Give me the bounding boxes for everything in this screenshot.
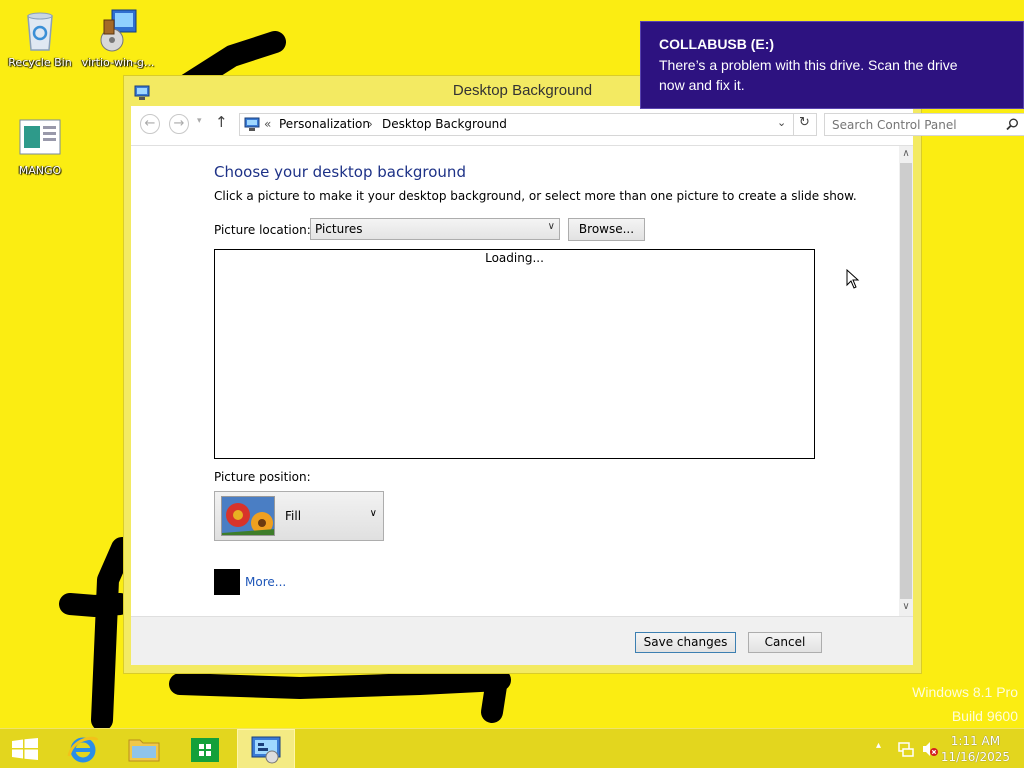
- gallery-loading-text: Loading...: [485, 251, 544, 265]
- picture-position-label: Picture position:: [214, 470, 311, 484]
- notification-body: There’s a problem with this drive. Scan …: [659, 57, 958, 93]
- taskbar-file-explorer[interactable]: [115, 729, 173, 768]
- picture-location-label: Picture location:: [214, 223, 311, 237]
- content-pane: Choose your desktop background Click a p…: [131, 146, 913, 616]
- dialog-footer: Save changes Cancel: [131, 616, 913, 665]
- picture-location-dropdown[interactable]: Pictures ∨: [310, 218, 560, 240]
- picture-gallery[interactable]: Loading...: [214, 249, 815, 459]
- breadcrumb-overflow[interactable]: «: [264, 117, 271, 131]
- installer-icon: [94, 6, 142, 54]
- scroll-down-arrow-icon[interactable]: ∨: [899, 601, 913, 612]
- vertical-scrollbar[interactable]: ∧ ∨: [899, 146, 913, 616]
- desktop-icon-label: Recycle Bin: [8, 56, 72, 69]
- address-bar[interactable]: « Personalization › Desktop Background ⌄…: [239, 113, 817, 136]
- desktop-icon-recycle-bin[interactable]: Recycle Bin: [2, 6, 78, 69]
- refresh-button[interactable]: ↻: [799, 115, 810, 130]
- page-subtitle: Click a picture to make it your desktop …: [214, 189, 857, 203]
- search-box[interactable]: [824, 113, 1024, 136]
- background-color-swatch[interactable]: [214, 569, 240, 595]
- os-watermark-build: Build 9600: [951, 708, 1018, 724]
- address-history-chevron-icon[interactable]: ⌄: [777, 116, 786, 129]
- network-icon[interactable]: [898, 741, 914, 757]
- taskbar-internet-explorer[interactable]: [54, 729, 112, 768]
- notification-title: COLLABUSB (E:): [659, 36, 775, 52]
- up-button[interactable]: ↑: [215, 113, 228, 131]
- window-title: Desktop Background: [452, 82, 593, 99]
- search-input[interactable]: [825, 114, 995, 135]
- control-panel-icon: [134, 82, 150, 100]
- internet-explorer-icon: [67, 736, 99, 763]
- desktop-icon-virtio-installer[interactable]: virtio-win-g...: [80, 6, 156, 69]
- recycle-bin-icon: [16, 6, 64, 54]
- search-icon[interactable]: [1006, 118, 1019, 131]
- taskbar-store[interactable]: [176, 729, 234, 768]
- taskbar: ▴ 1:11 AM 11/16/2025: [0, 728, 1024, 768]
- clock[interactable]: 1:11 AM 11/16/2025: [941, 733, 1010, 765]
- picture-location-value: Pictures: [315, 222, 363, 236]
- address-divider: [793, 114, 794, 135]
- windows-logo-icon: [12, 738, 38, 760]
- clock-date: 11/16/2025: [940, 750, 1010, 764]
- chevron-down-icon: ∨: [547, 221, 555, 232]
- desktop-icon-label: MANGO: [18, 164, 62, 177]
- control-panel-icon: [244, 117, 260, 132]
- desktop-background-window: Desktop Background ← → ▾ ↑ « Personaliza…: [123, 75, 1024, 674]
- desktop-icon-mango[interactable]: MANGO: [2, 114, 78, 177]
- breadcrumb-desktop-background[interactable]: Desktop Background: [382, 117, 507, 131]
- drive-notification-toast[interactable]: COLLABUSB (E:) There’s a problem with th…: [640, 21, 1024, 109]
- back-button[interactable]: ←: [140, 114, 160, 134]
- show-hidden-icons-button[interactable]: ▴: [876, 740, 881, 751]
- more-colors-link[interactable]: More...: [245, 575, 286, 589]
- picture-position-dropdown[interactable]: Fill ∨: [214, 491, 384, 541]
- volume-muted-icon[interactable]: [922, 741, 938, 757]
- start-button[interactable]: [0, 729, 50, 768]
- page-heading: Choose your desktop background: [214, 163, 466, 181]
- picture-position-value: Fill: [285, 509, 302, 523]
- document-icon: [16, 114, 64, 162]
- chevron-down-icon: ∨: [369, 508, 377, 519]
- os-watermark-edition: Windows 8.1 Pro: [912, 684, 1018, 700]
- breadcrumb-personalization[interactable]: Personalization: [279, 117, 370, 131]
- control-panel-icon: [251, 736, 281, 764]
- taskbar-control-panel[interactable]: [237, 729, 295, 768]
- navigation-bar: ← → ▾ ↑ « Personalization › Desktop Back…: [131, 106, 1024, 146]
- cancel-button[interactable]: Cancel: [748, 632, 822, 653]
- store-icon: [191, 738, 219, 762]
- recent-locations-button[interactable]: ▾: [197, 116, 202, 126]
- mouse-cursor-icon: [846, 269, 860, 289]
- breadcrumb-separator: ›: [368, 117, 373, 131]
- forward-button[interactable]: →: [169, 114, 189, 134]
- save-changes-button[interactable]: Save changes: [635, 632, 736, 653]
- desktop-icon-label: virtio-win-g...: [81, 56, 155, 69]
- browse-button[interactable]: Browse...: [568, 218, 645, 241]
- folder-icon: [128, 739, 160, 762]
- scrollbar-thumb[interactable]: [900, 163, 912, 599]
- scroll-up-arrow-icon[interactable]: ∧: [899, 148, 913, 159]
- clock-time: 1:11 AM: [950, 734, 1001, 748]
- flower-thumbnail-icon: [221, 496, 275, 536]
